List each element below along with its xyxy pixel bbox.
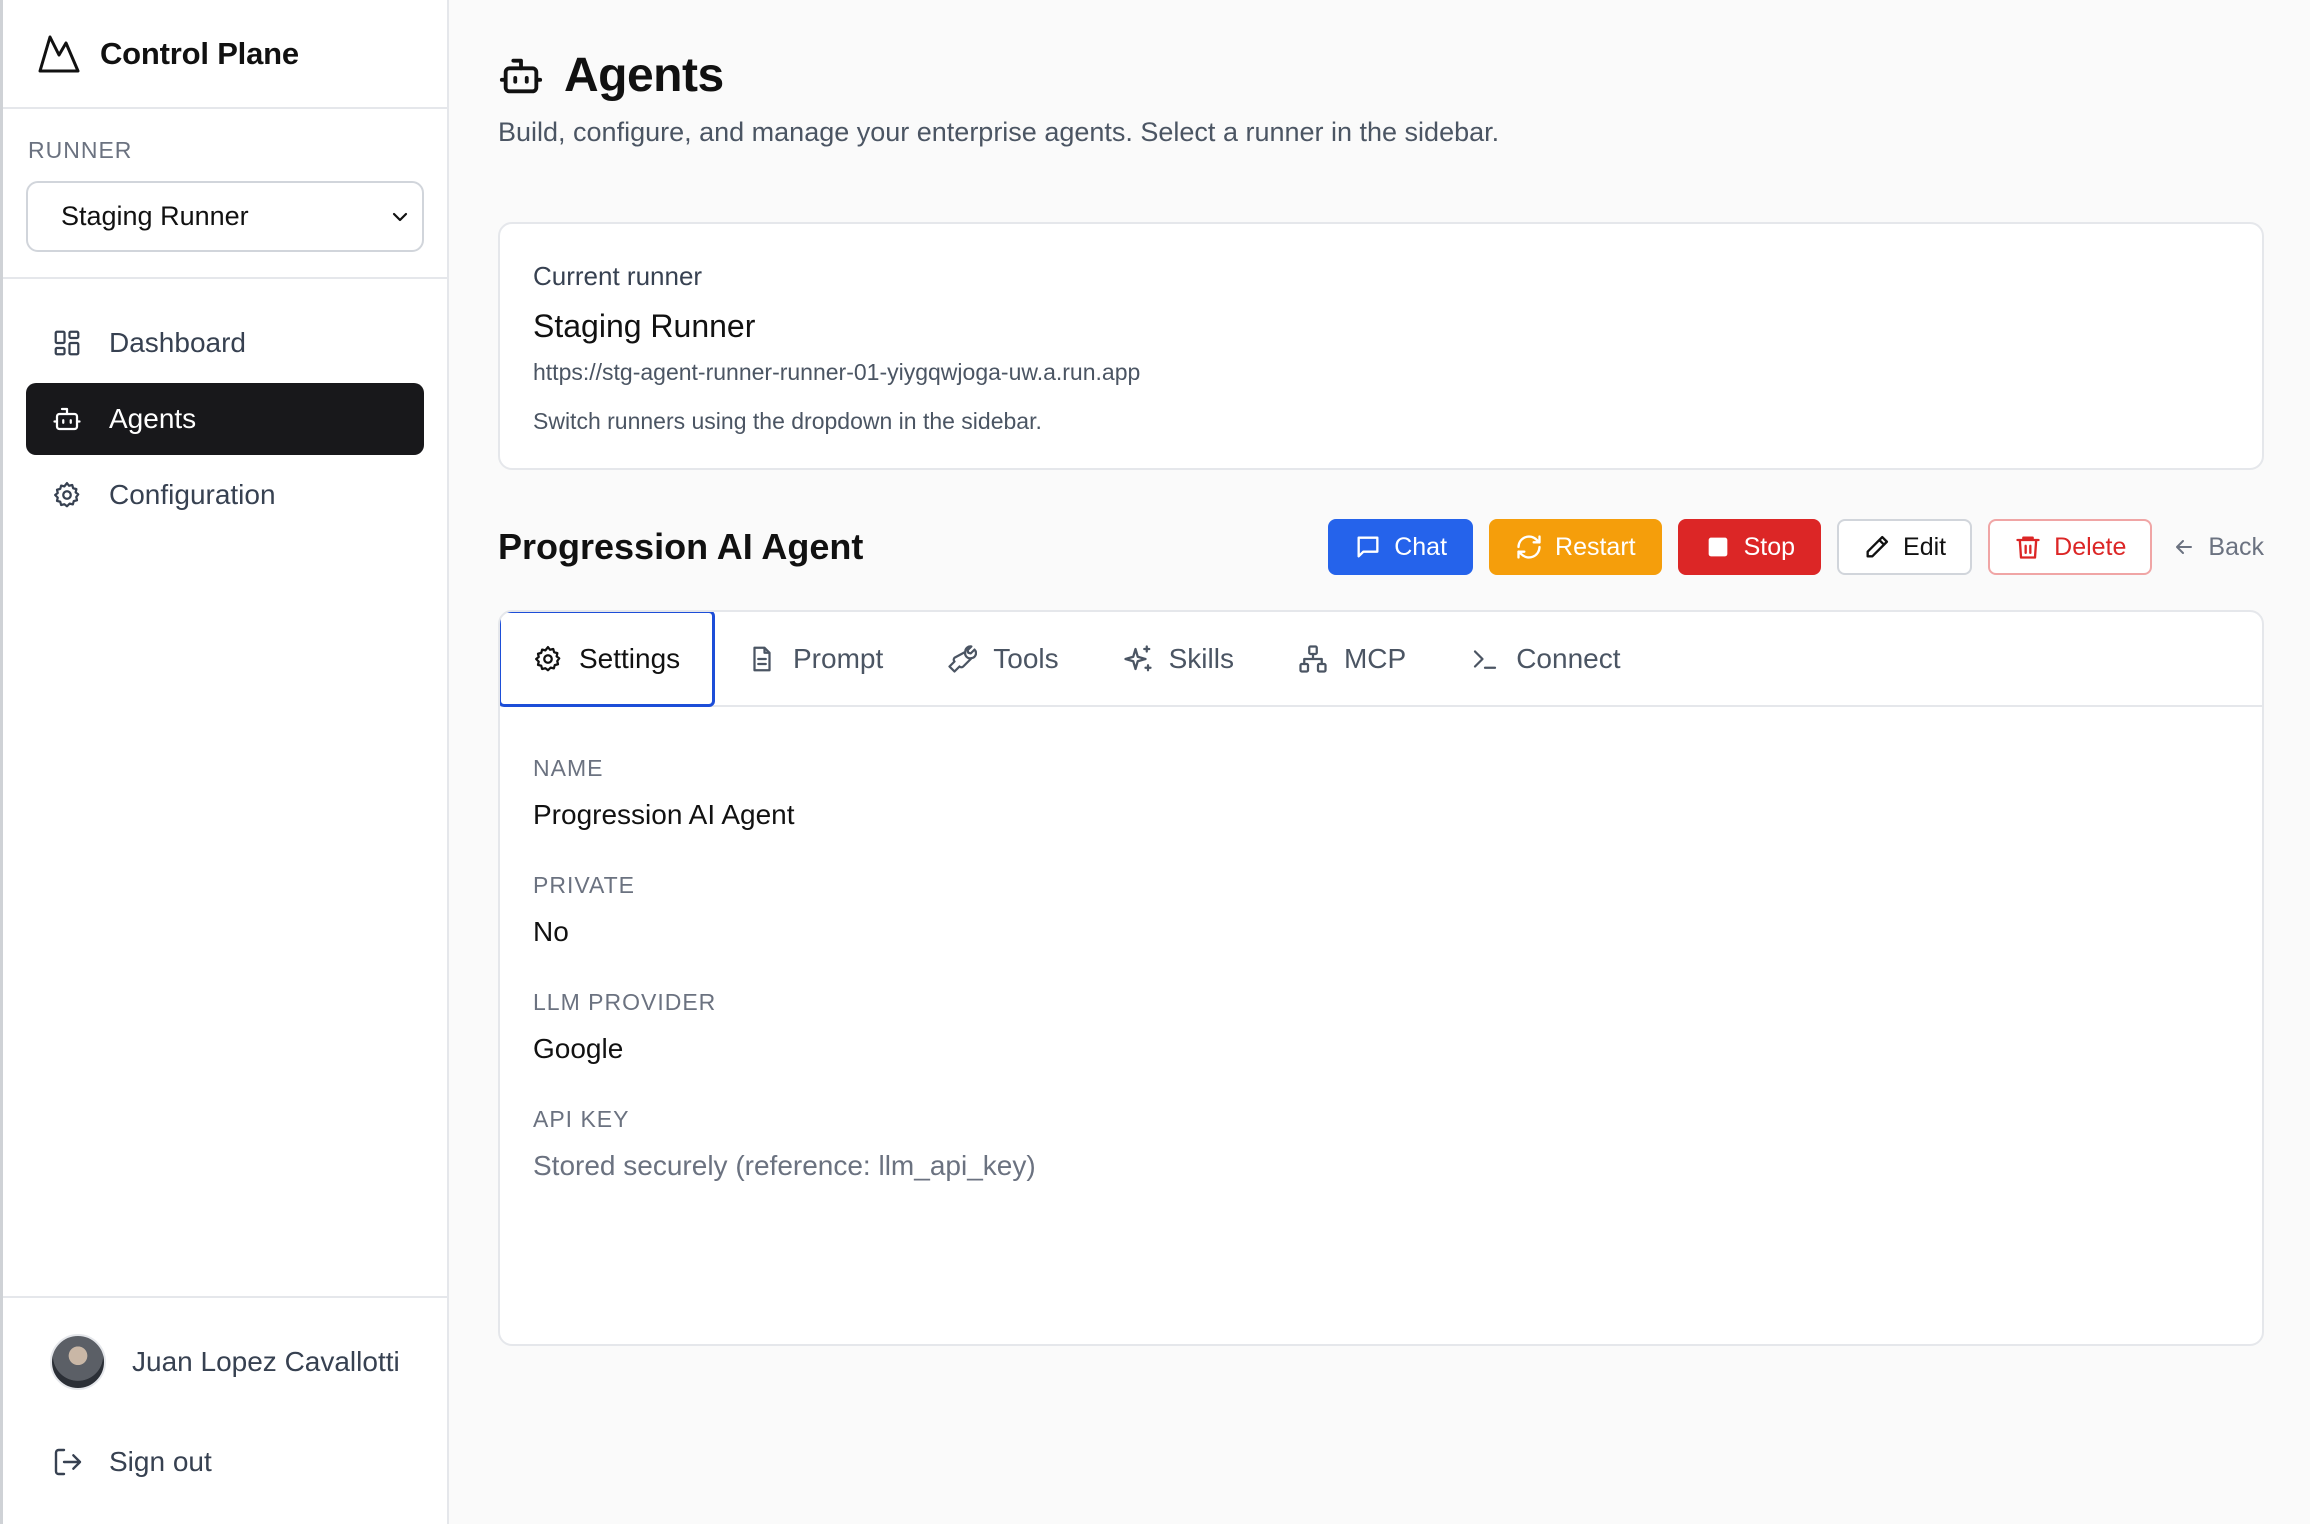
field-value: Progression AI Agent — [533, 799, 795, 830]
tab-settings[interactable]: Settings — [500, 612, 715, 707]
stop-icon — [1704, 533, 1732, 561]
sidebar-item-label: Dashboard — [109, 327, 246, 358]
user-profile[interactable]: Juan Lopez Cavallotti — [3, 1298, 447, 1426]
tab-label: MCP — [1343, 642, 1407, 674]
app-name: Control Plane — [100, 35, 299, 71]
sign-out-label: Sign out — [109, 1446, 212, 1477]
bot-icon — [498, 53, 544, 99]
sidebar-item-label: Agents — [109, 403, 197, 434]
sidebar-nav: Dashboard Agents Configuration — [3, 307, 447, 531]
agent-detail-card: Settings Prompt Tools Skills MCP Connect… — [498, 610, 2264, 1346]
field-name: NAME Progression AI Agent — [533, 755, 2262, 831]
chevron-down-icon — [388, 205, 412, 229]
sidebar-item-label: Configuration — [109, 479, 276, 510]
sidebar: Control Plane RUNNER Staging Runner Dash… — [0, 0, 449, 1524]
field-value: No — [533, 916, 569, 947]
tab-label: Prompt — [793, 642, 884, 674]
restart-label: Restart — [1555, 532, 1636, 561]
edit-label: Edit — [1903, 532, 1947, 561]
gear-icon — [533, 644, 563, 674]
current-runner-name: Staging Runner — [533, 308, 756, 344]
tab-label: Skills — [1168, 642, 1234, 674]
trash-icon — [2014, 533, 2042, 561]
tab-tools[interactable]: Tools — [915, 612, 1090, 705]
stop-label: Stop — [1743, 532, 1796, 561]
agent-title: Progression AI Agent — [498, 526, 864, 567]
sign-out-button[interactable]: Sign out — [3, 1432, 447, 1492]
tab-connect[interactable]: Connect — [1438, 612, 1652, 705]
current-runner-url: https://stg-agent-runner-runner-01-yiygq… — [533, 359, 1141, 385]
mountain-logo-icon — [36, 31, 82, 77]
field-value: Google — [533, 1033, 624, 1064]
current-runner-hint: Switch runners using the dropdown in the… — [533, 408, 1042, 434]
runner-section: RUNNER Staging Runner — [3, 109, 447, 279]
bot-icon — [52, 404, 82, 434]
document-icon — [747, 644, 777, 674]
field-value: Stored securely (reference: llm_api_key) — [533, 1150, 1036, 1181]
edit-button[interactable]: Edit — [1837, 519, 1973, 575]
pencil-icon — [1863, 533, 1891, 561]
avatar — [50, 1334, 106, 1390]
stop-button[interactable]: Stop — [1677, 519, 1822, 575]
field-label: API KEY — [533, 1106, 630, 1132]
tab-mcp[interactable]: MCP — [1266, 612, 1438, 705]
current-runner-card: Current runner Staging Runner https://st… — [498, 222, 2264, 470]
sidebar-item-dashboard[interactable]: Dashboard — [26, 307, 424, 379]
field-label: PRIVATE — [533, 872, 635, 898]
terminal-icon — [1470, 644, 1500, 674]
agent-tabs: Settings Prompt Tools Skills MCP Connect — [500, 612, 2262, 707]
logout-icon — [52, 1446, 84, 1478]
tab-label: Connect — [1516, 642, 1621, 674]
current-runner-label: Current runner — [533, 261, 703, 291]
field-api-key: API KEY Stored securely (reference: llm_… — [533, 1106, 2262, 1182]
back-button[interactable]: Back — [2168, 519, 2264, 575]
runner-select[interactable]: Staging Runner — [26, 181, 424, 252]
field-private: PRIVATE No — [533, 872, 2262, 948]
sidebar-footer: Juan Lopez Cavallotti Sign out — [3, 1296, 447, 1492]
refresh-icon — [1515, 533, 1543, 561]
chat-button[interactable]: Chat — [1328, 519, 1474, 575]
gear-icon — [52, 480, 82, 510]
field-label: NAME — [533, 755, 604, 781]
restart-button[interactable]: Restart — [1489, 519, 1662, 575]
runner-select-value: Staging Runner — [61, 201, 249, 231]
back-label: Back — [2208, 532, 2264, 561]
tab-prompt[interactable]: Prompt — [715, 612, 915, 705]
page-header: Agents Build, configure, and manage your… — [498, 48, 1499, 148]
settings-fields: NAME Progression AI Agent PRIVATE No LLM… — [500, 707, 2262, 1182]
chat-icon — [1354, 533, 1382, 561]
chat-label: Chat — [1394, 532, 1448, 561]
runner-label: RUNNER — [28, 137, 133, 163]
agent-header: Progression AI Agent Chat Restart Stop E… — [498, 517, 2264, 577]
agent-actions: Chat Restart Stop Edit Delete Back — [1312, 519, 2264, 575]
sidebar-item-configuration[interactable]: Configuration — [26, 459, 424, 531]
main-content: Agents Build, configure, and manage your… — [451, 0, 2310, 1524]
field-label: LLM PROVIDER — [533, 989, 717, 1015]
tab-label: Settings — [579, 642, 681, 674]
arrow-left-icon — [2172, 535, 2196, 559]
delete-button[interactable]: Delete — [1988, 519, 2153, 575]
sparkles-icon — [1123, 644, 1153, 674]
tab-label: Tools — [993, 642, 1059, 674]
brand: Control Plane — [3, 0, 447, 109]
page-subtitle: Build, configure, and manage your enterp… — [498, 117, 1500, 147]
page-title: Agents — [564, 49, 724, 102]
tab-skills[interactable]: Skills — [1091, 612, 1266, 705]
field-llm-provider: LLM PROVIDER Google — [533, 989, 2262, 1065]
wrench-icon — [947, 644, 978, 674]
delete-label: Delete — [2054, 532, 2127, 561]
user-name: Juan Lopez Cavallotti — [132, 1346, 400, 1377]
sidebar-item-agents[interactable]: Agents — [26, 383, 424, 455]
network-icon — [1298, 644, 1328, 674]
dashboard-icon — [52, 328, 82, 358]
